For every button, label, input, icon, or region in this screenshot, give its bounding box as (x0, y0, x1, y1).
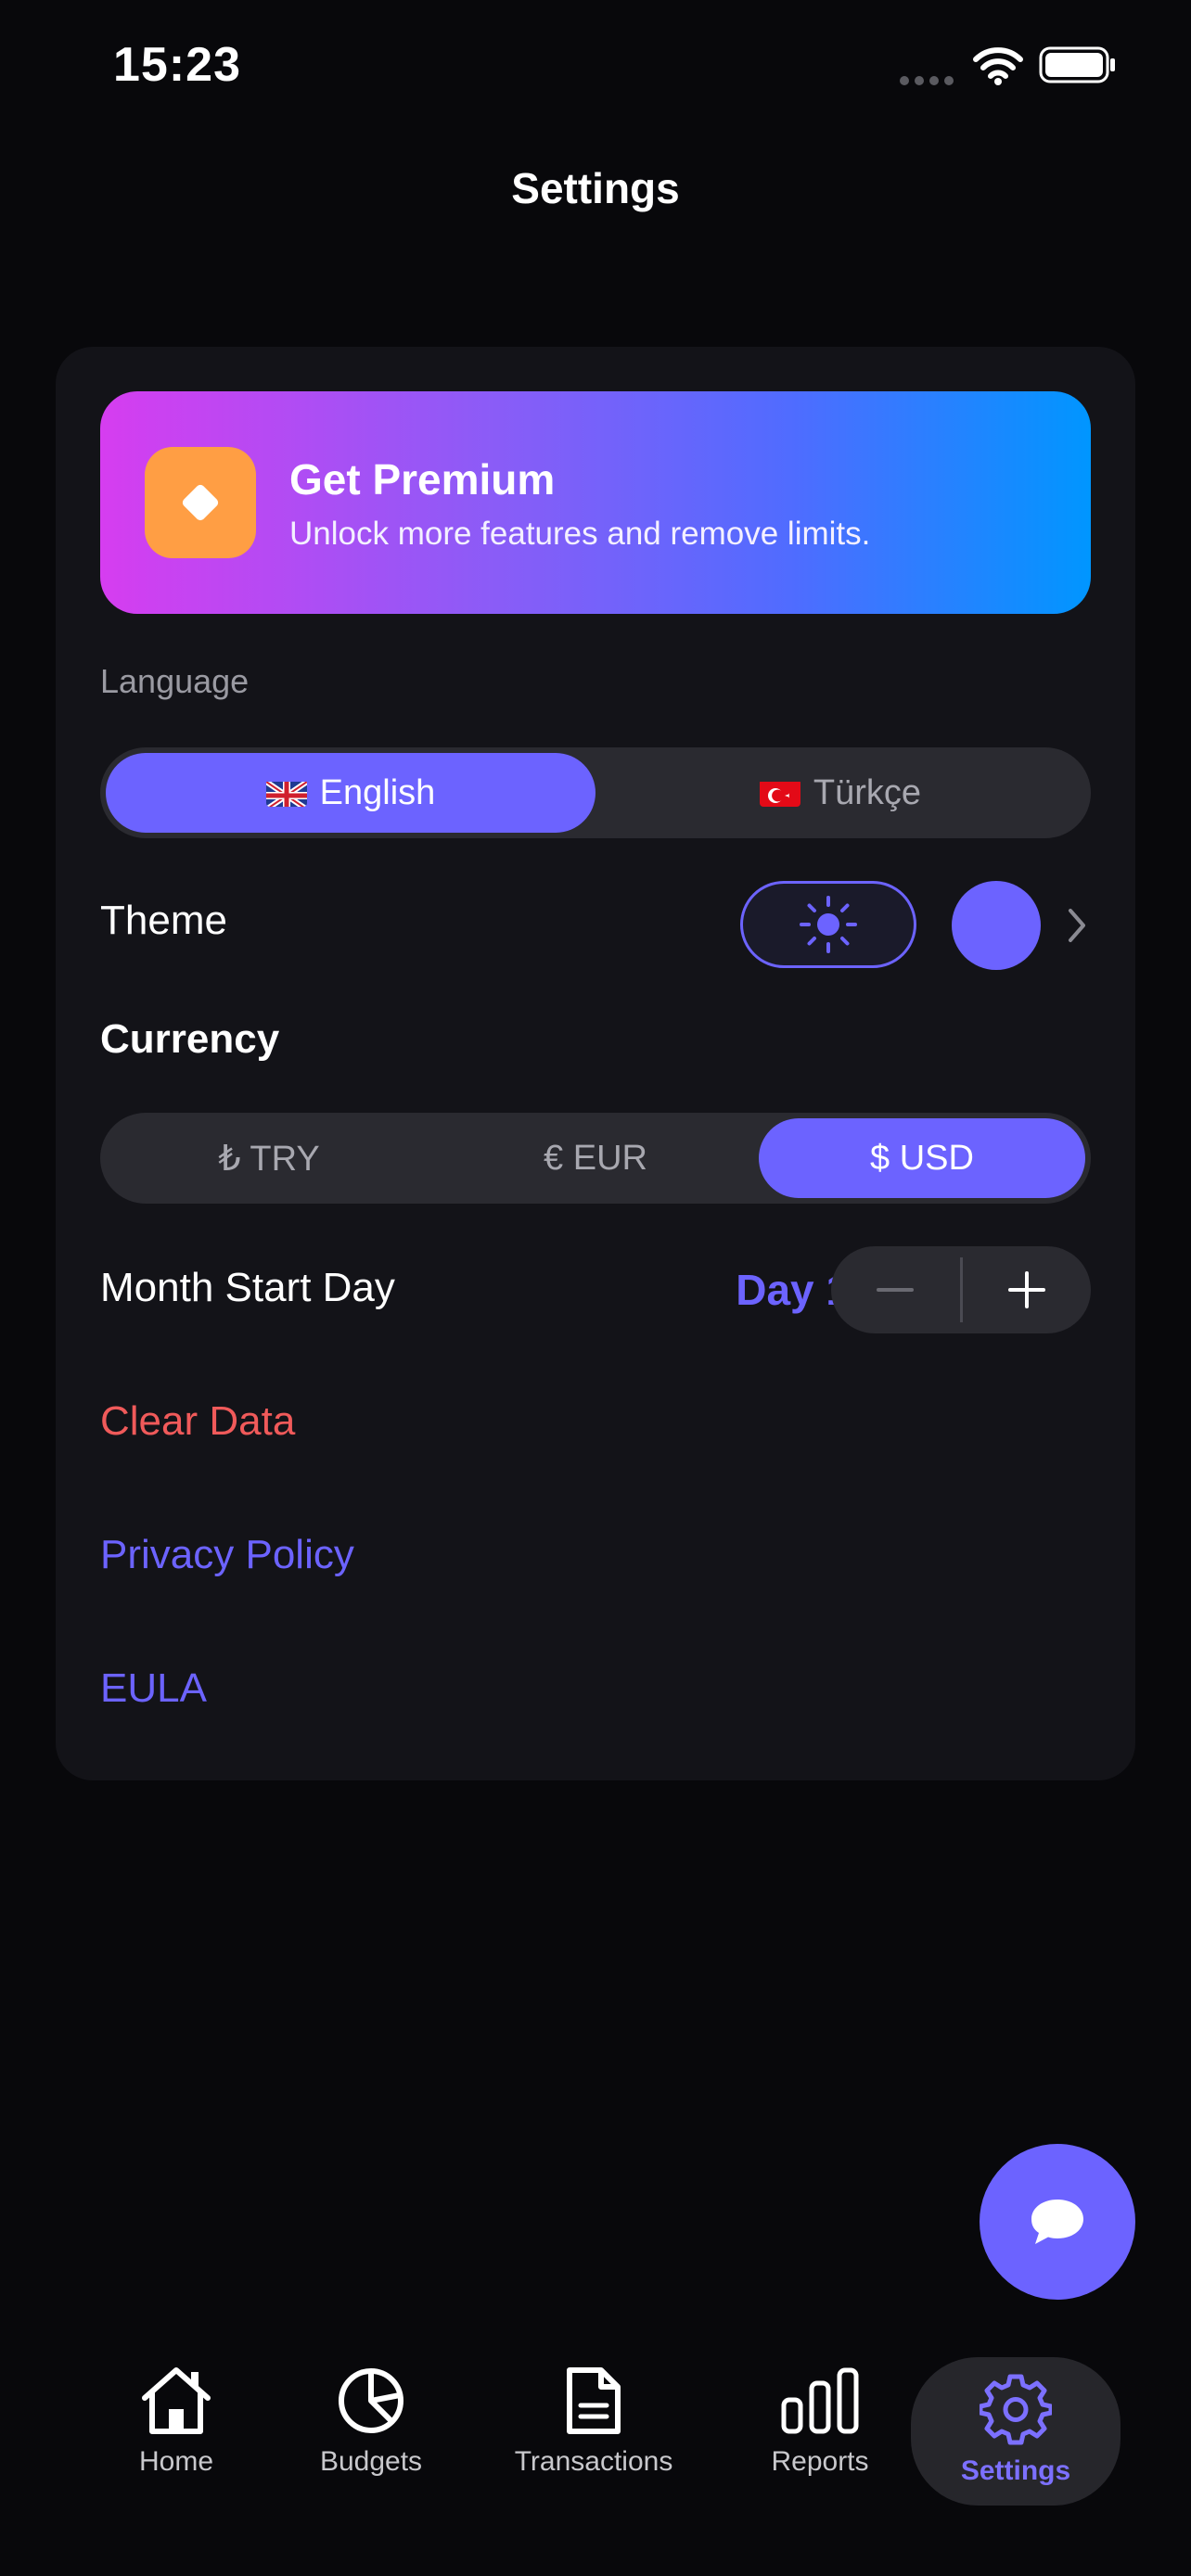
premium-badge (145, 447, 256, 558)
language-option-label: English (319, 772, 436, 812)
chevron-right-icon[interactable] (1063, 903, 1091, 948)
chat-fab-button[interactable] (980, 2144, 1135, 2300)
month-start-value: Day 1 (736, 1266, 850, 1314)
tab-label: Reports (771, 2446, 869, 2477)
tab-label: Transactions (514, 2446, 673, 2477)
month-start-label: Month Start Day (100, 1265, 395, 1310)
tab-reports[interactable]: Reports (755, 2365, 885, 2504)
tab-label: Home (138, 2446, 214, 2477)
gear-icon (980, 2374, 1052, 2445)
turkey-flag-icon (759, 779, 800, 807)
language-option-label: Türkçe (813, 772, 922, 812)
currency-option-usd[interactable]: $ USD (759, 1118, 1085, 1198)
currency-option-try[interactable]: ₺ TRY (106, 1118, 432, 1198)
tab-label: Settings (960, 2455, 1071, 2486)
uk-flag-icon (265, 779, 307, 807)
settings-screen: 15:23 Settings Get Premium Unlock more f… (0, 0, 1191, 2576)
get-premium-banner[interactable]: Get Premium Unlock more features and rem… (100, 391, 1091, 614)
theme-label: Theme (100, 898, 227, 943)
decrement-button[interactable] (831, 1246, 960, 1333)
premium-subtitle: Unlock more features and remove limits. (289, 516, 871, 552)
currency-label: Currency (100, 1016, 280, 1062)
language-selector: English Türkçe (100, 747, 1091, 838)
settings-card: Get Premium Unlock more features and rem… (56, 347, 1135, 1780)
tab-budgets[interactable]: Budgets (306, 2365, 436, 2504)
diamond-icon (182, 484, 219, 521)
theme-mode-toggle[interactable] (740, 881, 916, 968)
wifi-icon (973, 47, 1023, 85)
plus-icon (1007, 1271, 1045, 1308)
pie-chart-icon (339, 2368, 403, 2433)
bar-chart-icon (781, 2367, 859, 2434)
status-time: 15:23 (113, 38, 241, 92)
language-option-turkce[interactable]: Türkçe (596, 753, 1085, 833)
page-title: Settings (511, 164, 680, 212)
tab-settings[interactable]: Settings (911, 2357, 1121, 2506)
currency-option-eur[interactable]: € EUR (432, 1118, 759, 1198)
language-label: Language (100, 662, 250, 700)
currency-selector: ₺ TRY € EUR $ USD (100, 1113, 1091, 1204)
eula-link[interactable]: EULA (100, 1665, 207, 1712)
home-icon (142, 2367, 211, 2434)
month-start-stepper (831, 1246, 1091, 1333)
privacy-policy-link[interactable]: Privacy Policy (100, 1532, 354, 1578)
document-icon (567, 2367, 621, 2434)
language-option-english[interactable]: English (106, 753, 596, 833)
sun-icon (800, 896, 857, 953)
minus-icon (877, 1288, 915, 1292)
accent-color-swatch[interactable] (952, 881, 1041, 970)
tab-label: Budgets (319, 2446, 423, 2477)
clear-data-link[interactable]: Clear Data (100, 1398, 295, 1445)
premium-title: Get Premium (289, 455, 556, 504)
tab-transactions[interactable]: Transactions (501, 2365, 686, 2504)
increment-button[interactable] (963, 1246, 1092, 1333)
cellular-signal-icon (900, 76, 954, 85)
chat-bubble-icon (1031, 2200, 1083, 2244)
tab-home[interactable]: Home (121, 2365, 232, 2504)
battery-icon (1039, 46, 1115, 83)
